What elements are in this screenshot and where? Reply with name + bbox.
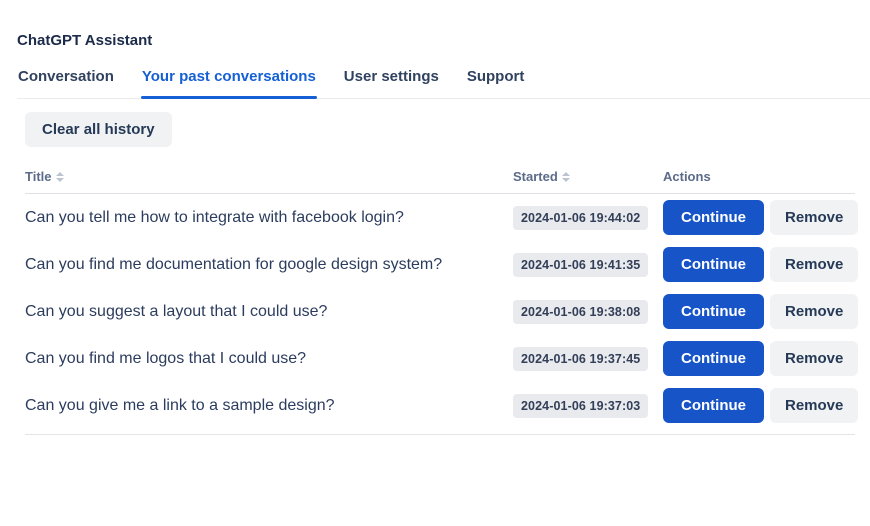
started-cell: 2024-01-06 19:37:45 <box>513 347 663 371</box>
continue-button[interactable]: Continue <box>663 341 764 376</box>
page-title: ChatGPT Assistant <box>17 32 870 49</box>
conversation-title: Can you give me a link to a sample desig… <box>25 397 513 415</box>
tab-conversation[interactable]: Conversation <box>17 68 115 98</box>
tab-your-past-conversations[interactable]: Your past conversations <box>141 68 317 98</box>
tab-user-settings[interactable]: User settings <box>343 68 440 98</box>
continue-button[interactable]: Continue <box>663 294 764 329</box>
started-cell: 2024-01-06 19:44:02 <box>513 206 663 230</box>
table-row: Can you find me logos that I could use? … <box>25 335 855 382</box>
table-header-row: Title Started Actions <box>25 169 855 194</box>
sort-desc-arrow-icon <box>562 178 570 182</box>
column-header-actions: Actions <box>663 169 855 184</box>
tab-bar: Conversation Your past conversations Use… <box>17 68 870 99</box>
tab-label: Your past conversations <box>142 68 316 85</box>
remove-button[interactable]: Remove <box>770 294 858 329</box>
clear-all-history-button[interactable]: Clear all history <box>25 112 172 147</box>
column-header-started: Started <box>513 169 663 184</box>
column-header-title: Title <box>25 169 513 184</box>
column-header-label: Actions <box>663 169 711 184</box>
actions-cell: Continue Remove <box>663 294 855 329</box>
past-conversations-page: ChatGPT Assistant Conversation Your past… <box>0 32 870 526</box>
started-cell: 2024-01-06 19:38:08 <box>513 300 663 324</box>
actions-cell: Continue Remove <box>663 200 855 235</box>
tab-label: Conversation <box>18 68 114 85</box>
table-row: Can you suggest a layout that I could us… <box>25 288 855 335</box>
conversations-table: Title Started Actions <box>25 169 855 435</box>
remove-button[interactable]: Remove <box>770 200 858 235</box>
sort-asc-arrow-icon <box>562 172 570 176</box>
actions-cell: Continue Remove <box>663 341 855 376</box>
actions-cell: Continue Remove <box>663 247 855 282</box>
table-row: Can you tell me how to integrate with fa… <box>25 194 855 241</box>
sort-icon[interactable] <box>562 172 570 182</box>
table-body: Can you tell me how to integrate with fa… <box>25 194 855 435</box>
started-timestamp-badge: 2024-01-06 19:37:45 <box>513 347 648 371</box>
conversation-title: Can you find me documentation for google… <box>25 256 513 274</box>
tab-support[interactable]: Support <box>466 68 526 98</box>
tab-label: User settings <box>344 68 439 85</box>
conversation-title: Can you suggest a layout that I could us… <box>25 303 513 321</box>
remove-button[interactable]: Remove <box>770 388 858 423</box>
started-timestamp-badge: 2024-01-06 19:41:35 <box>513 253 648 277</box>
started-timestamp-badge: 2024-01-06 19:44:02 <box>513 206 648 230</box>
sort-desc-arrow-icon <box>56 178 64 182</box>
continue-button[interactable]: Continue <box>663 247 764 282</box>
continue-button[interactable]: Continue <box>663 388 764 423</box>
tab-panel-past-conversations: Clear all history Title Started Actions <box>0 99 870 435</box>
started-timestamp-badge: 2024-01-06 19:38:08 <box>513 300 648 324</box>
column-header-label: Started <box>513 169 558 184</box>
remove-button[interactable]: Remove <box>770 247 858 282</box>
continue-button[interactable]: Continue <box>663 200 764 235</box>
sort-asc-arrow-icon <box>56 172 64 176</box>
column-header-label: Title <box>25 169 52 184</box>
sort-icon[interactable] <box>56 172 64 182</box>
conversation-title: Can you tell me how to integrate with fa… <box>25 209 513 227</box>
conversation-title: Can you find me logos that I could use? <box>25 350 513 368</box>
remove-button[interactable]: Remove <box>770 341 858 376</box>
tab-label: Support <box>467 68 525 85</box>
started-timestamp-badge: 2024-01-06 19:37:03 <box>513 394 648 418</box>
actions-cell: Continue Remove <box>663 388 855 423</box>
table-row: Can you give me a link to a sample desig… <box>25 382 855 429</box>
started-cell: 2024-01-06 19:37:03 <box>513 394 663 418</box>
started-cell: 2024-01-06 19:41:35 <box>513 253 663 277</box>
table-row: Can you find me documentation for google… <box>25 241 855 288</box>
